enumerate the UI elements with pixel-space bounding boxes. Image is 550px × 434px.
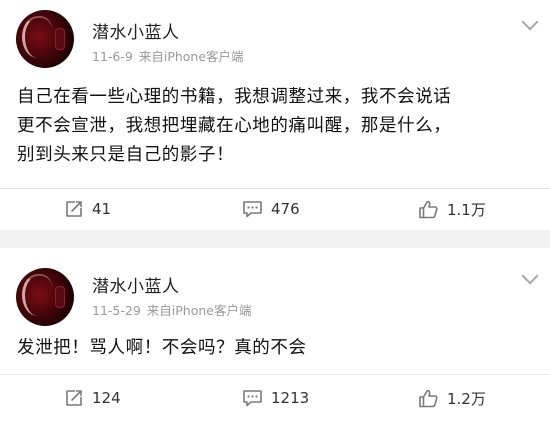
- like-count: 1.2万: [447, 389, 486, 408]
- comment-button[interactable]: 1213: [242, 378, 309, 418]
- action-bar: 41 476 1.1万: [0, 189, 550, 229]
- weibo-feed: 潜水小蓝人 11-6-9 来自iPhone客户端 自己在看一些心理的书籍，我想调整…: [0, 0, 550, 434]
- avatar[interactable]: [16, 10, 74, 68]
- like-button[interactable]: 1.2万: [418, 378, 486, 418]
- username[interactable]: 潜水小蓝人: [92, 272, 180, 297]
- comment-icon: [243, 201, 262, 218]
- action-bar: 124 1213 1.2万: [0, 378, 550, 418]
- chevron-down-icon[interactable]: [521, 13, 539, 31]
- post-meta: 11-5-29 来自iPhone客户端: [92, 300, 252, 319]
- repost-button[interactable]: 41: [64, 189, 111, 229]
- comment-button[interactable]: 476: [242, 189, 300, 229]
- post-text-line: 更不会宣泄，我想把埋藏在心地的痛叫醒，那是什么，: [17, 116, 452, 136]
- username[interactable]: 潜水小蓝人: [92, 18, 180, 43]
- like-button[interactable]: 1.1万: [418, 189, 486, 229]
- thumbs-up-icon: [419, 389, 438, 407]
- avatar[interactable]: [16, 268, 74, 326]
- post-source: 来自iPhone客户端: [146, 303, 252, 318]
- post-source: 来自iPhone客户端: [138, 49, 244, 64]
- post-text-line: 自己在看一些心理的书籍，我想调整过来，我不会说话: [17, 87, 452, 107]
- weibo-post: 潜水小蓝人 11-5-29 来自iPhone客户端 发泄把！骂人啊！不会吗？真的不…: [0, 248, 550, 434]
- comment-icon: [243, 390, 262, 407]
- post-text: 自己在看一些心理的书籍，我想调整过来，我不会说话 更不会宣泄，我想把埋藏在心地的…: [17, 83, 537, 170]
- like-count: 1.1万: [447, 200, 486, 219]
- avatar-accent: [55, 28, 65, 50]
- post-meta: 11-6-9 来自iPhone客户端: [92, 46, 244, 65]
- comment-count: 1213: [271, 389, 310, 407]
- repost-icon: [66, 390, 82, 406]
- post-date: 11-5-29: [92, 303, 141, 318]
- post-text: 发泄把！骂人啊！不会吗？真的不会: [17, 334, 537, 363]
- chevron-down-icon[interactable]: [521, 267, 539, 285]
- repost-button[interactable]: 124: [64, 378, 121, 418]
- post-text-line: 别到头来只是自己的影子！: [17, 145, 235, 165]
- avatar-accent: [55, 286, 65, 308]
- divider: [0, 374, 550, 375]
- avatar-shine: [22, 16, 53, 58]
- weibo-post: 潜水小蓝人 11-6-9 来自iPhone客户端 自己在看一些心理的书籍，我想调整…: [0, 0, 550, 230]
- repost-count: 41: [92, 200, 112, 218]
- repost-icon: [66, 201, 82, 217]
- comment-count: 476: [271, 200, 300, 218]
- avatar-shine: [22, 274, 53, 316]
- thumbs-up-icon: [419, 200, 438, 218]
- post-date: 11-6-9: [92, 49, 133, 64]
- repost-count: 124: [92, 389, 121, 407]
- post-text-line: 发泄把！骂人啊！不会吗？真的不会: [17, 338, 307, 358]
